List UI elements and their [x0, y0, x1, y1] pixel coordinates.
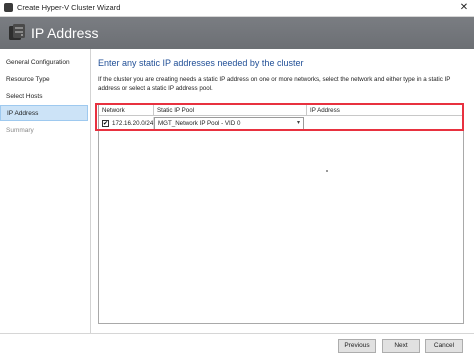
section-description: If the cluster you are creating needs a … — [98, 76, 451, 92]
sidebar-item-ip-address[interactable]: IP Address — [0, 105, 88, 121]
static-ip-pool-dropdown[interactable]: MGT_Network IP Pool - VID 0 ▾ — [154, 117, 304, 130]
sidebar-item-resource-type[interactable]: Resource Type — [0, 72, 88, 88]
next-button[interactable]: Next — [382, 339, 420, 353]
page-header: IP Address — [0, 17, 474, 49]
network-cell: ✔ 172.16.20.0/24 — [99, 117, 154, 130]
close-icon[interactable]: ✕ — [456, 0, 472, 16]
ip-address-grid: Network Static IP Pool IP Address ✔ 172.… — [98, 104, 464, 324]
server-cluster-icon — [9, 24, 25, 40]
chevron-down-icon: ▾ — [296, 120, 300, 126]
cancel-button[interactable]: Cancel — [425, 339, 463, 353]
wizard-sidebar: General Configuration Resource Type Sele… — [0, 49, 91, 355]
ip-address-input[interactable] — [307, 117, 463, 130]
sidebar-item-summary: Summary — [6, 127, 34, 134]
previous-button[interactable]: Previous — [338, 339, 376, 353]
sidebar-item-select-hosts[interactable]: Select Hosts — [0, 89, 88, 105]
hyper-v-server-icon — [4, 3, 13, 12]
checkmark-icon: ✔ — [103, 121, 109, 127]
column-header-network[interactable]: Network — [99, 105, 154, 116]
column-header-ip-address[interactable]: IP Address — [307, 105, 463, 116]
network-name: 172.16.20.0/24 — [112, 120, 154, 127]
wizard-footer: Previous Next Cancel — [0, 333, 474, 356]
column-header-static-ip-pool[interactable]: Static IP Pool — [154, 105, 307, 116]
mouse-cursor — [326, 170, 328, 172]
window-title: Create Hyper-V Cluster Wizard — [17, 3, 121, 12]
section-heading: Enter any static IP addresses needed by … — [98, 58, 304, 68]
page-title: IP Address — [31, 25, 99, 41]
title-bar: Create Hyper-V Cluster Wizard ✕ — [0, 0, 474, 17]
sidebar-item-general-configuration[interactable]: General Configuration — [0, 55, 88, 71]
static-ip-pool-value: MGT_Network IP Pool - VID 0 — [158, 120, 241, 127]
network-checkbox[interactable]: ✔ — [102, 120, 109, 127]
